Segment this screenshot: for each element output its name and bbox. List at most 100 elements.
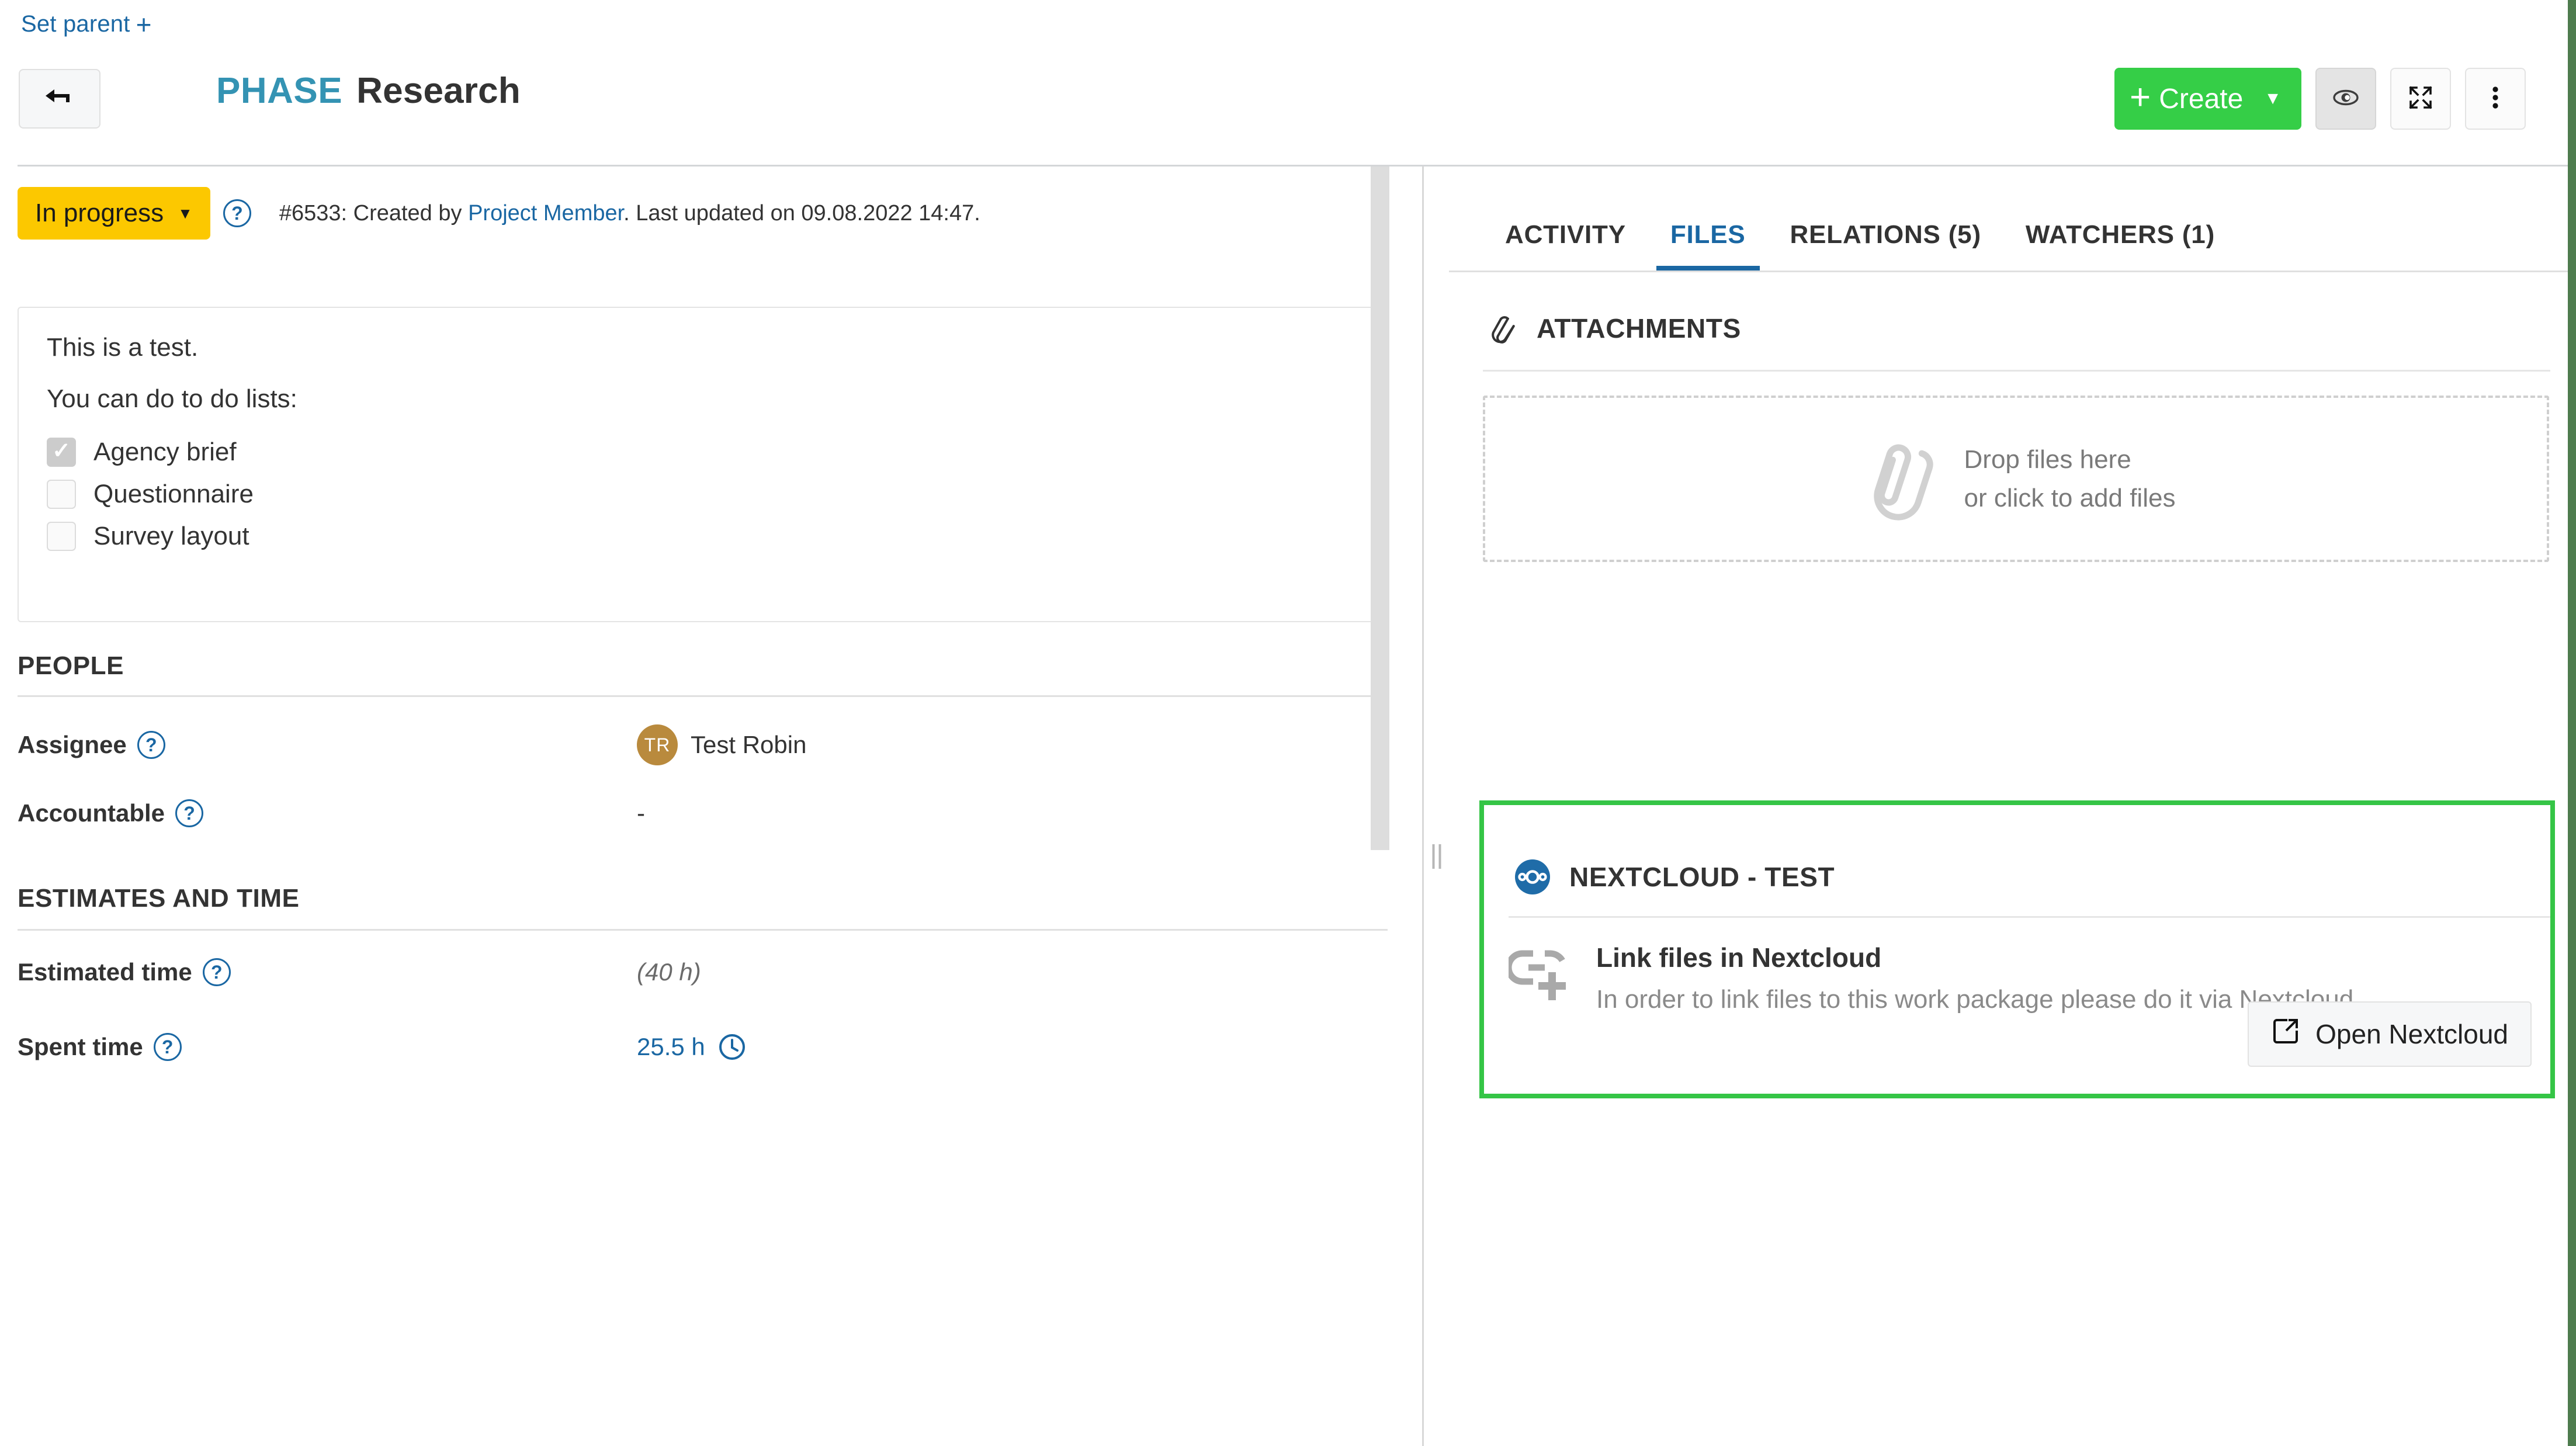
list-item[interactable]: Questionnaire (47, 480, 1358, 509)
tab-activity[interactable]: ACTIVITY (1483, 220, 1648, 272)
status-row: In progress ▼ ? #6533: Created by Projec… (18, 187, 980, 240)
avatar: TR (637, 724, 678, 765)
file-dropzone[interactable]: Drop files here or click to add files (1483, 396, 2549, 562)
tab-bar: ACTIVITY FILES RELATIONS (5) WATCHERS (1… (1449, 167, 2568, 272)
open-nextcloud-button[interactable]: Open Nextcloud (2248, 1001, 2532, 1067)
create-button-label: Create (2159, 83, 2244, 115)
estimates-section-heading: ESTIMATES AND TIME (18, 884, 300, 913)
todo-label: Survey layout (93, 522, 249, 550)
assignee-help-icon[interactable]: ? (137, 731, 165, 759)
estimated-time-label: Estimated time (18, 958, 192, 986)
accountable-label-group: Accountable ? (18, 799, 637, 827)
work-package-type: PHASE (216, 71, 343, 111)
chevron-down-icon: ▼ (2264, 89, 2282, 108)
todo-label: Questionnaire (93, 480, 254, 508)
create-button[interactable]: + Create ▼ (2114, 68, 2301, 130)
tab-watchers[interactable]: WATCHERS (1) (2003, 220, 2237, 272)
nextcloud-texts: Link files in Nextcloud In order to link… (1596, 938, 2360, 1014)
nextcloud-divider (1509, 916, 2550, 918)
set-parent-label: Set parent (21, 11, 130, 37)
work-package-details-pane: In progress ▼ ? #6533: Created by Projec… (0, 167, 1422, 1446)
description-line-2: You can do to do lists: (47, 384, 297, 413)
paperclip-large-icon (1857, 435, 1944, 523)
resize-grip-icon (1432, 844, 1441, 869)
external-link-icon (2271, 1017, 2300, 1052)
eye-icon (2332, 84, 2359, 114)
estimated-time-value[interactable]: (40 h) (637, 958, 701, 986)
assignee-label-group: Assignee ? (18, 731, 637, 759)
assignee-label: Assignee (18, 731, 127, 758)
attachments-divider (1483, 370, 2550, 372)
status-button[interactable]: In progress ▼ (18, 187, 210, 240)
meta-prefix: #6533: Created by (279, 200, 469, 226)
status-help-icon[interactable]: ? (223, 199, 251, 227)
accountable-label: Accountable (18, 799, 165, 827)
todo-checkbox[interactable] (47, 438, 76, 467)
plus-icon: + (2130, 77, 2151, 117)
pane-resize-handle[interactable] (1422, 167, 1449, 1446)
fullscreen-button[interactable] (2390, 68, 2451, 130)
page-title: PHASE Research (216, 70, 521, 112)
accountable-help-icon[interactable]: ? (175, 799, 204, 827)
tab-files[interactable]: FILES (1648, 220, 1768, 272)
section-divider (18, 929, 1388, 931)
work-package-tabs-pane: ACTIVITY FILES RELATIONS (5) WATCHERS (1… (1449, 167, 2568, 1446)
attachments-heading-group: ATTACHMENTS (1485, 311, 1741, 345)
description-field[interactable]: This is a test. You can do to do lists: … (18, 307, 1388, 622)
dropzone-text: Drop files here or click to add files (1964, 441, 2176, 518)
nextcloud-storage-card: NEXTCLOUD - TEST Link files in Nextcloud… (1479, 800, 2555, 1098)
spent-time-value-group[interactable]: 25.5 h (637, 1033, 746, 1061)
nextcloud-heading-group: NEXTCLOUD - TEST (1514, 859, 1835, 895)
estimated-time-label-group: Estimated time ? (18, 958, 637, 986)
spent-time-help-icon[interactable]: ? (153, 1033, 182, 1061)
work-package-meta: #6533: Created by Project Member. Last u… (279, 201, 980, 226)
spent-time-label: Spent time (18, 1033, 143, 1060)
accountable-value[interactable]: - (637, 799, 645, 827)
section-divider (18, 695, 1388, 697)
back-button[interactable] (19, 69, 100, 129)
work-package-toolbar: Set parent + PHASE Research + Create ▼ (0, 0, 2568, 167)
attachments-heading: ATTACHMENTS (1537, 313, 1741, 344)
watch-button[interactable] (2315, 68, 2376, 130)
more-menu-button[interactable] (2465, 68, 2526, 130)
work-package-body: In progress ▼ ? #6533: Created by Projec… (0, 167, 2568, 1446)
accountable-row: Accountable ? - (18, 799, 1388, 827)
nextcloud-storage-name: NEXTCLOUD - TEST (1569, 862, 1835, 892)
tab-relations[interactable]: RELATIONS (5) (1768, 220, 2003, 272)
nextcloud-empty-title: Link files in Nextcloud (1596, 942, 1882, 973)
paperclip-icon (1485, 311, 1519, 345)
set-parent-button[interactable]: Set parent + (21, 9, 152, 40)
assignee-row: Assignee ? TR Test Robin (18, 724, 1388, 765)
details-scrollbar[interactable] (1371, 167, 1389, 850)
tab-bar-divider (1449, 271, 2568, 272)
open-nextcloud-label: Open Nextcloud (2315, 1019, 2508, 1049)
description-line-1: This is a test. (47, 333, 199, 362)
meta-suffix: . Last updated on 09.08.2022 14:47. (623, 200, 980, 226)
chevron-down-icon: ▼ (178, 204, 193, 222)
list-item[interactable]: Survey layout (47, 522, 1358, 551)
toolbar-actions: + Create ▼ (2114, 68, 2526, 130)
assignee-name: Test Robin (691, 731, 807, 758)
meta-author-link[interactable]: Project Member (468, 201, 623, 226)
clock-icon[interactable] (718, 1033, 746, 1061)
spent-time-value: 25.5 h (637, 1033, 705, 1060)
spent-time-row: Spent time ? 25.5 h (18, 1033, 1388, 1061)
work-package-subject[interactable]: Research (356, 70, 521, 112)
list-item[interactable]: Agency brief (47, 438, 1358, 467)
todo-checkbox[interactable] (47, 522, 76, 551)
dropzone-line-2: or click to add files (1964, 483, 2176, 512)
estimated-time-help-icon[interactable]: ? (202, 958, 231, 986)
kebab-menu-icon (2482, 84, 2509, 114)
assignee-value[interactable]: TR Test Robin (637, 724, 806, 765)
spent-time-label-group: Spent time ? (18, 1033, 637, 1061)
status-label: In progress (35, 199, 164, 227)
arrow-left-icon (44, 85, 75, 113)
people-section-heading: PEOPLE (18, 651, 124, 680)
nextcloud-logo-icon (1514, 859, 1551, 895)
work-package-full-view: Set parent + PHASE Research + Create ▼ I… (0, 0, 2576, 1446)
todo-checkbox[interactable] (47, 480, 76, 509)
todo-list: Agency brief Questionnaire Survey layout (47, 438, 1358, 551)
link-add-icon (1505, 942, 1574, 1007)
plus-icon: + (136, 9, 152, 40)
nextcloud-empty-subtitle: In order to link files to this work pack… (1596, 985, 2361, 1014)
